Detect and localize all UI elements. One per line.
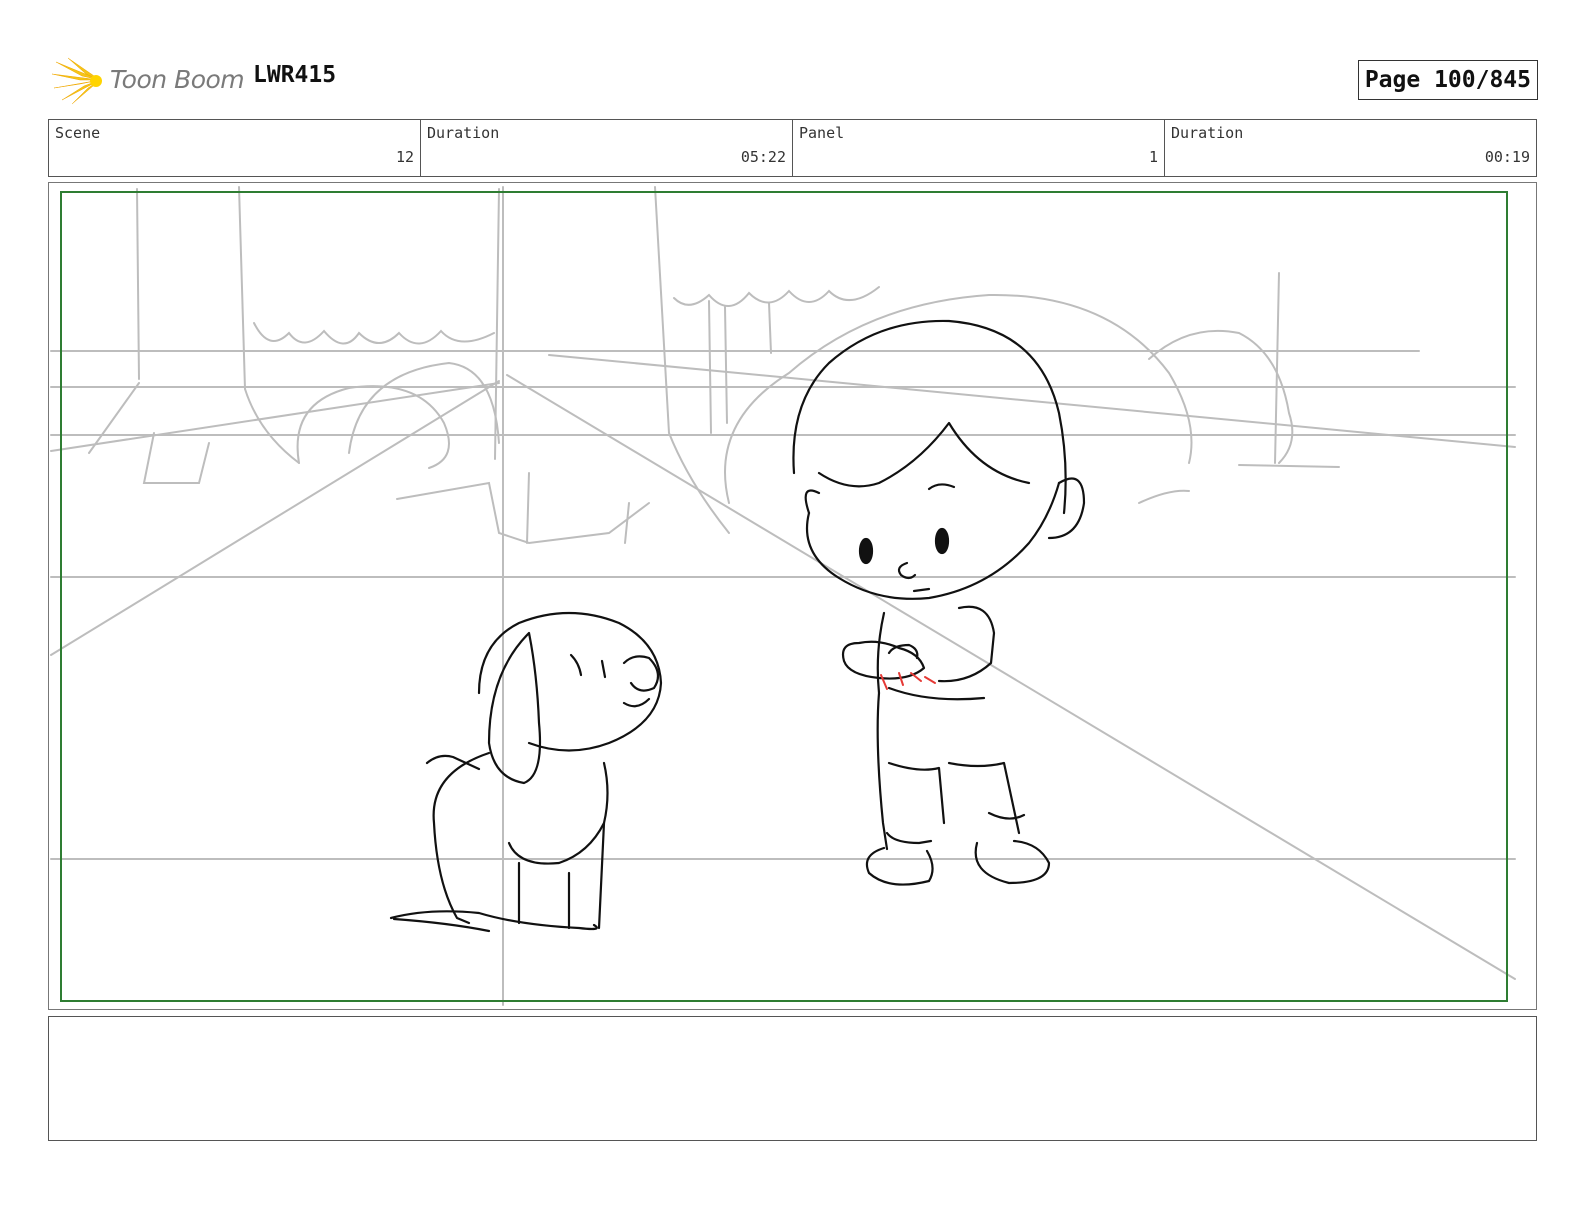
project-id: LWR415 — [253, 62, 337, 88]
brand-logo: Toon Boom — [51, 56, 245, 106]
scene-label: Scene — [55, 124, 101, 142]
panel-label: Panel — [799, 124, 845, 142]
scene-duration-cell: Duration 05:22 — [421, 120, 793, 176]
panel-duration-cell: Duration 00:19 — [1165, 120, 1536, 176]
panel-duration-value: 00:19 — [1484, 148, 1530, 166]
panel-notes[interactable] — [48, 1016, 1537, 1141]
panel-cell: Panel 1 — [793, 120, 1165, 176]
scene-value: 12 — [395, 148, 414, 166]
page-indicator: Page 100/845 — [1357, 60, 1538, 100]
panel-duration-label: Duration — [1171, 124, 1244, 142]
page-header: Toon Boom LWR415 Page 100/845 — [48, 56, 1538, 106]
info-bar: Scene 12 Duration 05:22 Panel 1 Duration… — [48, 119, 1537, 177]
scene-cell: Scene 12 — [49, 120, 421, 176]
scene-duration-label: Duration — [427, 124, 500, 142]
safe-frame — [60, 191, 1508, 1002]
scene-duration-value: 05:22 — [740, 148, 786, 166]
panel-value: 1 — [1148, 148, 1158, 166]
brand-name: Toon Boom — [110, 65, 245, 94]
storyboard-panel — [48, 182, 1537, 1010]
starburst-icon — [51, 57, 102, 105]
